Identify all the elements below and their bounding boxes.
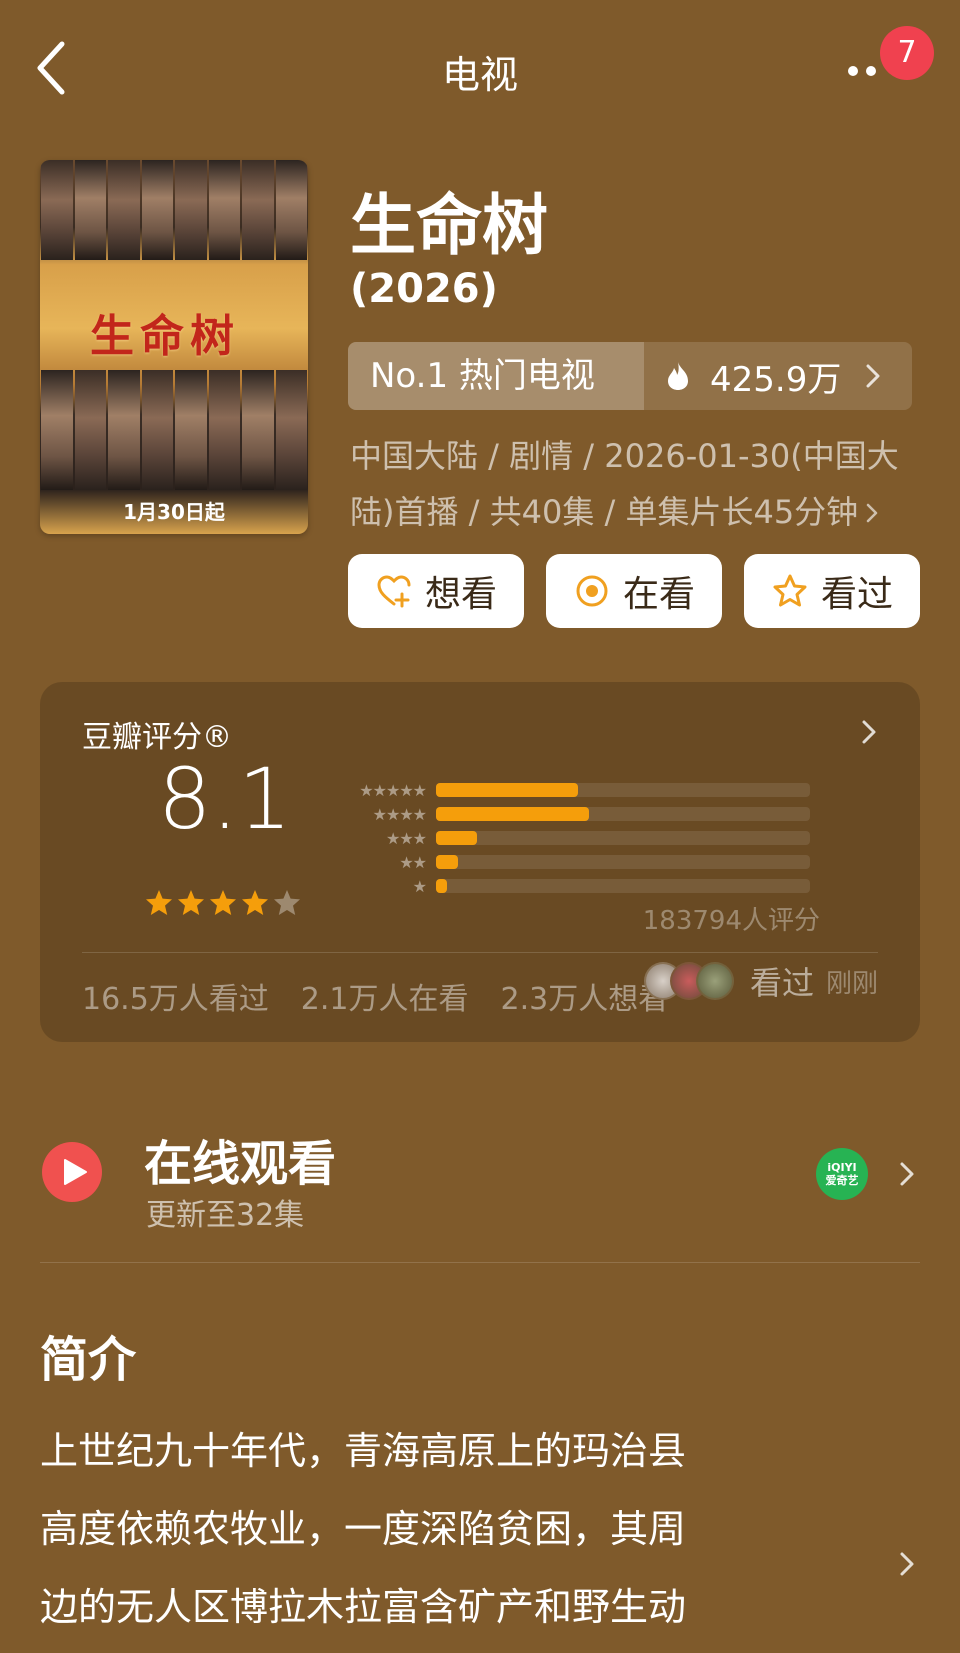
chevron-right-icon [862,720,876,744]
rating-bar-row: ★★★ [336,826,816,850]
want-label: 想看 [424,574,497,615]
rating-distribution: ★★★★★ ★★★★ ★★★ ★★ ★ [336,778,816,898]
friend-time: 刚刚 [826,968,879,999]
rating-bar-stars: ★ [412,876,427,896]
more-dots-icon [848,66,884,76]
online-watch-subtitle: 更新至32集 [146,1198,305,1233]
meta-line-1: 中国大陆 / 剧情 / 2026-01-30(中国大 [350,437,899,475]
fire-icon [668,362,688,390]
want-button[interactable]: 想看 [348,554,524,628]
rating-bar-fill [436,879,448,893]
rating-bar-track [436,783,810,797]
rating-bar-row: ★★ [336,850,816,874]
watched-button[interactable]: 看过 [744,554,920,628]
rating-bar-fill [436,783,579,797]
show-title: 生命树 [350,187,548,264]
rating-bar-stars: ★★★ [385,828,427,848]
show-year: (2026) [350,266,498,312]
rating-bar-track [436,831,810,845]
divider [82,952,878,953]
rating-bar-fill [436,807,590,821]
rating-bar-row: ★ [336,874,816,898]
star-filled-icon [178,890,204,915]
chevron-right-icon[interactable] [898,1160,916,1188]
watched-label: 看过 [820,574,893,615]
watching-count: 2.1万人在看 [300,982,469,1017]
rank-label: No.1 热门电视 [348,342,644,410]
divider [40,1262,920,1263]
star-filled-icon [146,890,172,915]
heat-value: 425.9万 [710,359,842,400]
rating-bar-stars: ★★★★★ [359,780,427,800]
rating-stats: 16.5万人看过 2.1万人在看 2.3万人想看 [82,974,700,1018]
star-filled-icon [210,890,236,915]
iqiyi-logo-icon[interactable]: iQIYI 爱奇艺 [816,1148,868,1200]
rating-bar-fill [436,831,478,845]
poster-date: 1月30日起 [123,500,225,524]
rating-bar-stars: ★★ [399,852,427,872]
online-watch-title[interactable]: 在线观看 [144,1124,336,1194]
rating-bar-track [436,855,810,869]
star-filled-icon [242,890,268,915]
friend-activity[interactable]: 看过 刚刚 [644,958,878,1004]
chevron-right-icon [866,503,878,523]
target-icon [576,575,608,607]
synopsis-text[interactable]: 上世纪九十年代，青海高原上的玛治县 高度依赖农牧业，一度深陷贫困，其周 边的无人… [40,1412,840,1646]
poster-cast-row-bottom [40,370,308,490]
watching-button[interactable]: 在看 [546,554,722,628]
show-meta[interactable]: 中国大陆 / 剧情 / 2026-01-30(中国大 陆)首播 / 共40集 /… [350,428,910,540]
synopsis-line: 边的无人区博拉木拉富含矿产和野生动 [40,1585,687,1629]
watched-count: 16.5万人看过 [82,982,269,1017]
rating-bar-track [436,807,810,821]
rating-bar-stars: ★★★★ [372,804,427,824]
poster-image[interactable]: 生命树 1月30日起 [40,160,308,534]
rating-bar-fill [436,855,459,869]
play-button[interactable] [42,1142,102,1202]
play-icon [64,1159,87,1185]
synopsis-line: 高度依赖农牧业，一度深陷贫困，其周 [40,1507,687,1551]
rating-count: 183794人评分 [642,906,820,936]
rating-stars [144,888,304,918]
meta-line-2: 陆)首播 / 共40集 / 单集片长45分钟 [350,493,859,531]
chevron-right-icon[interactable] [898,1550,916,1578]
heart-plus-icon [377,575,411,608]
notification-badge: 7 [880,26,934,80]
rating-card[interactable]: 豆瓣评分® 8.1 ★★★★★ ★★★★ ★★★ ★★ ★ 183794人评分 16.5… [40,682,920,1042]
chevron-right-icon [866,364,880,388]
poster-cast-row-top [40,160,308,260]
heat-section: 425.9万 [644,342,912,410]
rating-bar-track [436,879,810,893]
watching-label: 在看 [622,574,695,615]
poster-title-art: 生命树 [90,311,240,362]
star-empty-icon [274,890,300,915]
friend-action: 看过 [750,964,815,1002]
page-title: 电视 [441,53,518,97]
rating-bar-row: ★★★★ [336,802,816,826]
star-outline-icon [773,574,807,607]
rating-score: 8.1 [158,750,292,848]
rank-pill[interactable]: No.1 热门电视 425.9万 [348,342,912,410]
rating-bar-row: ★★★★★ [336,778,816,802]
provider-logo-text: iQIYI 爱奇艺 [825,1161,859,1187]
avatar [696,962,734,1000]
synopsis-line: 上世纪九十年代，青海高原上的玛治县 [40,1429,687,1473]
synopsis-title: 简介 [40,1332,137,1388]
